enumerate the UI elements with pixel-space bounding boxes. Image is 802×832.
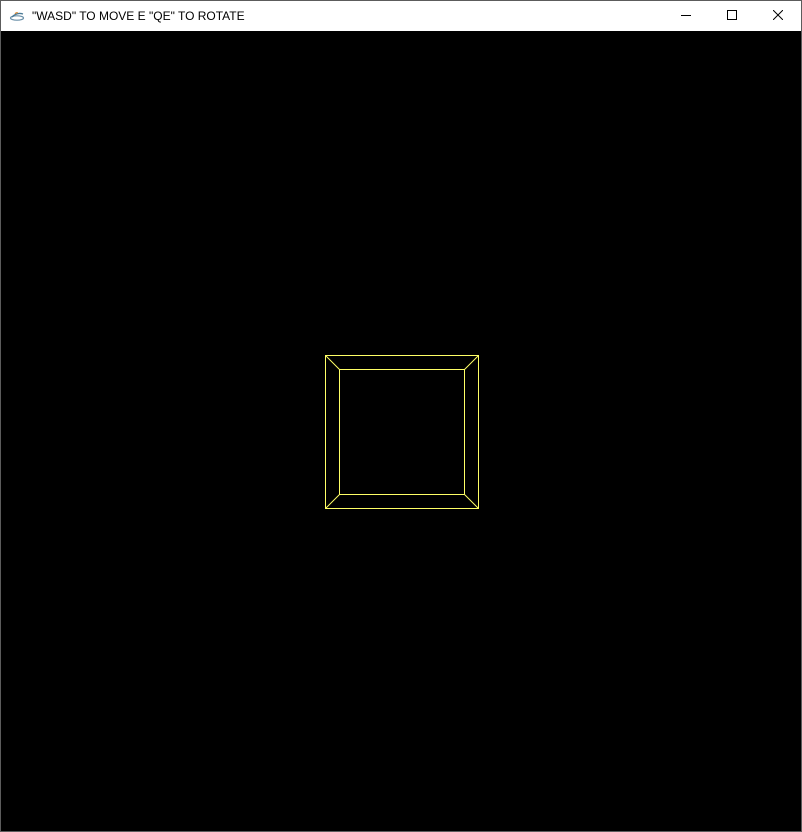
app-window: "WASD" TO MOVE E "QE" TO ROTATE bbox=[0, 0, 802, 832]
cube-edge-bottom-right bbox=[464, 494, 479, 509]
cube-edge-bottom-left bbox=[325, 494, 340, 509]
cube-edge-top-right bbox=[464, 355, 479, 370]
render-canvas[interactable] bbox=[1, 31, 801, 831]
close-button[interactable] bbox=[755, 1, 801, 31]
title-bar[interactable]: "WASD" TO MOVE E "QE" TO ROTATE bbox=[1, 1, 801, 31]
maximize-icon bbox=[727, 7, 737, 25]
window-controls bbox=[663, 1, 801, 31]
cube-back-face bbox=[339, 369, 465, 495]
window-title: "WASD" TO MOVE E "QE" TO ROTATE bbox=[32, 9, 245, 23]
minimize-icon bbox=[681, 7, 691, 25]
maximize-button[interactable] bbox=[709, 1, 755, 31]
close-icon bbox=[772, 7, 784, 25]
minimize-button[interactable] bbox=[663, 1, 709, 31]
cube-wireframe bbox=[325, 355, 479, 509]
java-cup-icon[interactable] bbox=[9, 8, 25, 24]
cube-front-face bbox=[325, 355, 479, 509]
cube-edge-top-left bbox=[325, 355, 340, 370]
